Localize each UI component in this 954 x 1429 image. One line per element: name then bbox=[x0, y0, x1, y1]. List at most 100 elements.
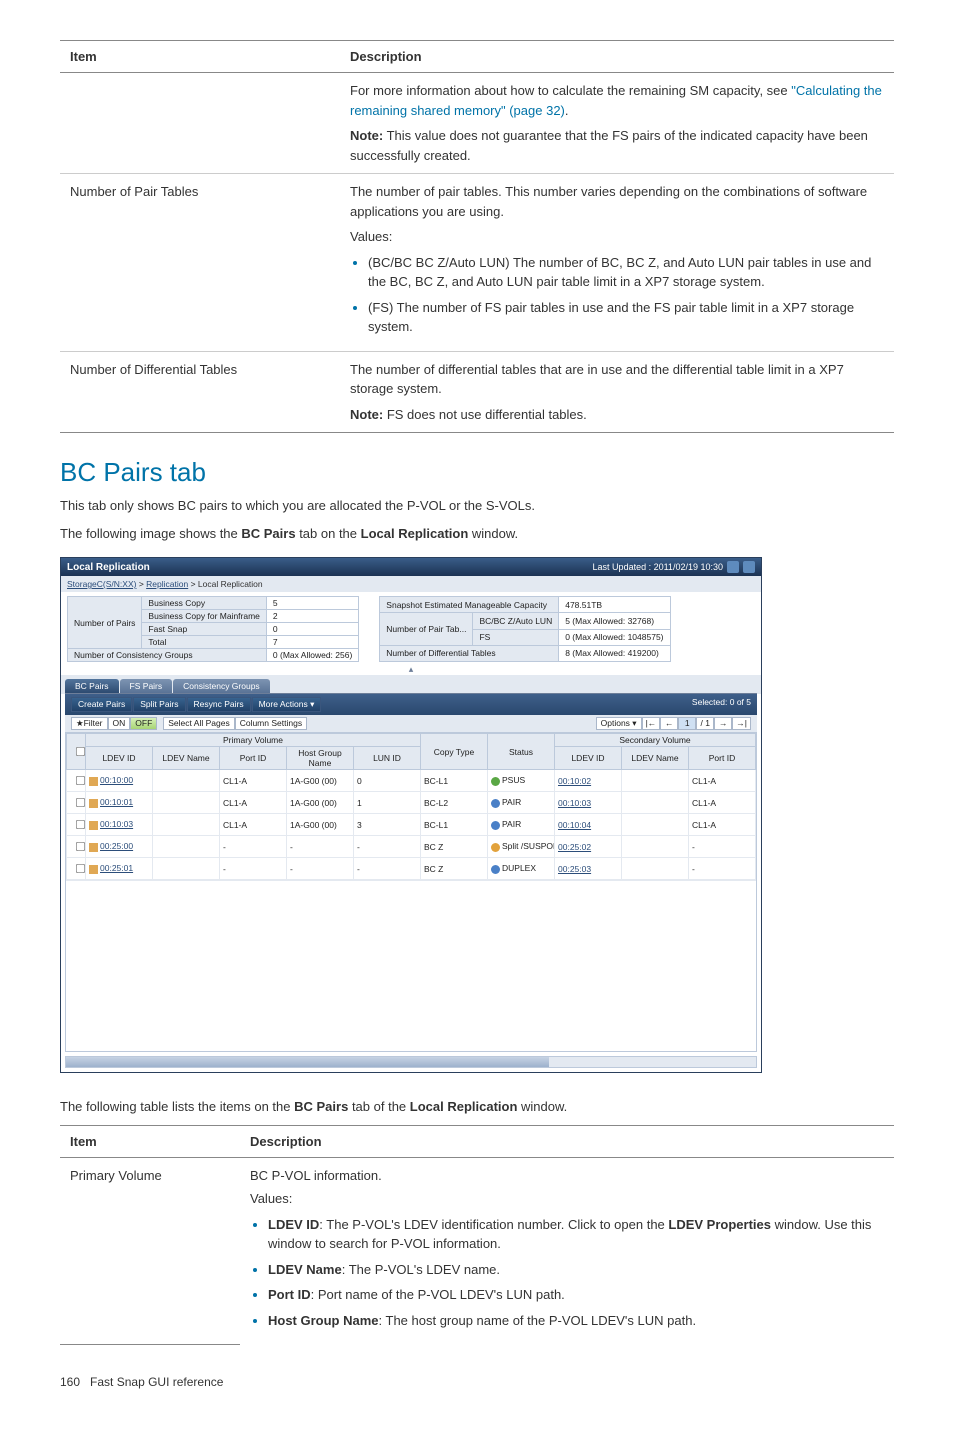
status-icon bbox=[491, 843, 500, 852]
create-pairs-button[interactable]: Create Pairs bbox=[71, 697, 132, 712]
row-checkbox[interactable] bbox=[76, 842, 85, 851]
local-replication-window: Local Replication Last Updated : 2011/02… bbox=[60, 557, 762, 1073]
note-label: Note: bbox=[350, 407, 383, 422]
row-remaining-sm: For more information about how to calcul… bbox=[60, 73, 894, 174]
page-total: / 1 bbox=[696, 717, 714, 730]
primary-ldev-link[interactable]: 00:10:01 bbox=[100, 797, 133, 807]
refresh-icon[interactable] bbox=[727, 561, 739, 573]
breadcrumb-local: Local Replication bbox=[198, 579, 263, 589]
pairs-grid: Primary Volume Copy Type Status Secondar… bbox=[66, 733, 756, 880]
footer-label: Fast Snap GUI reference bbox=[90, 1375, 223, 1389]
desc-pair-tables: The number of pair tables. This number v… bbox=[350, 182, 884, 221]
values-label: Values: bbox=[350, 227, 884, 247]
status-icon bbox=[491, 799, 500, 808]
breadcrumb: StorageC(S/N:XX) > Replication > Local R… bbox=[61, 576, 761, 592]
primary-ldev-link[interactable]: 00:25:00 bbox=[100, 841, 133, 851]
scrollbar[interactable] bbox=[65, 1056, 757, 1068]
note-label: Note: bbox=[350, 128, 383, 143]
section-title-bc-pairs: BC Pairs tab bbox=[60, 457, 894, 488]
lbl-number-pairs: Number of Pairs bbox=[68, 597, 142, 649]
table-row[interactable]: 00:10:01CL1-A1A-G00 (00)1BC-L2PAIR00:10:… bbox=[67, 792, 756, 814]
bullet-host-group: Host Group Name: The host group name of … bbox=[268, 1311, 884, 1331]
page-footer: 160 Fast Snap GUI reference bbox=[60, 1375, 894, 1389]
split-pairs-button[interactable]: Split Pairs bbox=[133, 697, 185, 712]
volume-icon bbox=[89, 865, 98, 874]
th-desc: Description bbox=[340, 41, 894, 73]
volume-icon bbox=[89, 843, 98, 852]
secondary-ldev-link[interactable]: 00:25:03 bbox=[558, 864, 591, 874]
item-diff-tables: Number of Differential Tables bbox=[60, 351, 340, 433]
column-settings[interactable]: Column Settings bbox=[235, 717, 307, 730]
bc-pairs-items-table: Item Description Primary Volume BC P-VOL… bbox=[60, 1125, 894, 1345]
row-pair-tables: Number of Pair Tables The number of pair… bbox=[60, 174, 894, 352]
intro-paragraph-2: The following image shows the BC Pairs t… bbox=[60, 524, 894, 544]
secondary-ldev-link[interactable]: 00:10:04 bbox=[558, 820, 591, 830]
bullet-fs: (FS) The number of FS pair tables in use… bbox=[368, 298, 884, 337]
volume-icon bbox=[89, 821, 98, 830]
bullet-ldev-name: LDEV Name: The P-VOL's LDEV name. bbox=[268, 1260, 884, 1280]
page-number: 160 bbox=[60, 1375, 80, 1389]
primary-ldev-link[interactable]: 00:25:01 bbox=[100, 863, 133, 873]
selected-count: Selected: 0 of 5 bbox=[692, 697, 751, 712]
page-first[interactable]: |← bbox=[642, 717, 661, 730]
after-image-paragraph: The following table lists the items on t… bbox=[60, 1097, 894, 1117]
filter-button[interactable]: ★Filter bbox=[71, 717, 108, 730]
filter-off[interactable]: OFF bbox=[130, 717, 157, 730]
help-icon[interactable] bbox=[743, 561, 755, 573]
more-actions-button[interactable]: More Actions ▾ bbox=[252, 697, 322, 712]
th-item: Item bbox=[60, 1125, 240, 1157]
tab-consistency-groups[interactable]: Consistency Groups bbox=[173, 679, 270, 693]
note-text: FS does not use differential tables. bbox=[383, 407, 587, 422]
tab-fs-pairs[interactable]: FS Pairs bbox=[120, 679, 173, 693]
row-checkbox[interactable] bbox=[76, 820, 85, 829]
bullet-ldev-id: LDEV ID: The P-VOL's LDEV identification… bbox=[268, 1215, 884, 1254]
summary-left-table: Number of Pairs Business Copy5 Business … bbox=[67, 596, 359, 662]
summary-right-table: Snapshot Estimated Manageable Capacity47… bbox=[379, 596, 670, 662]
secondary-ldev-link[interactable]: 00:10:02 bbox=[558, 776, 591, 786]
status-icon bbox=[491, 777, 500, 786]
tabs: BC Pairs FS Pairs Consistency Groups bbox=[65, 679, 757, 694]
volume-icon bbox=[89, 777, 98, 786]
table-row[interactable]: 00:25:01---BC ZDUPLEX00:25:03- bbox=[67, 858, 756, 880]
intro-paragraph-1: This tab only shows BC pairs to which yo… bbox=[60, 496, 894, 516]
titlebar: Local Replication Last Updated : 2011/02… bbox=[61, 558, 761, 576]
volume-icon bbox=[89, 799, 98, 808]
grid-empty-area bbox=[66, 880, 756, 1051]
row-primary-volume: Primary Volume BC P-VOL information. Val… bbox=[60, 1157, 894, 1344]
row-checkbox[interactable] bbox=[76, 864, 85, 873]
tab-bc-pairs[interactable]: BC Pairs bbox=[65, 679, 119, 693]
continuation-table: Item Description For more information ab… bbox=[60, 40, 894, 433]
page-prev[interactable]: ← bbox=[660, 717, 678, 730]
desc-pre: For more information about how to calcul… bbox=[350, 83, 791, 98]
item-pair-tables: Number of Pair Tables bbox=[60, 174, 340, 352]
filter-on[interactable]: ON bbox=[108, 717, 131, 730]
resync-pairs-button[interactable]: Resync Pairs bbox=[187, 697, 251, 712]
th-desc: Description bbox=[240, 1125, 894, 1157]
secondary-ldev-link[interactable]: 00:25:02 bbox=[558, 842, 591, 852]
primary-ldev-link[interactable]: 00:10:00 bbox=[100, 775, 133, 785]
page-number[interactable]: 1 bbox=[678, 717, 696, 730]
primary-ldev-link[interactable]: 00:10:03 bbox=[100, 819, 133, 829]
collapse-icon[interactable]: ▴ bbox=[61, 664, 761, 675]
row-checkbox[interactable] bbox=[76, 798, 85, 807]
breadcrumb-replication[interactable]: Replication bbox=[146, 579, 188, 589]
page-next[interactable]: → bbox=[714, 717, 732, 730]
status-icon bbox=[491, 821, 500, 830]
table-row[interactable]: 00:10:00CL1-A1A-G00 (00)0BC-L1PSUS00:10:… bbox=[67, 770, 756, 792]
table-row[interactable]: 00:10:03CL1-A1A-G00 (00)3BC-L1PAIR00:10:… bbox=[67, 814, 756, 836]
page-last[interactable]: →| bbox=[732, 717, 751, 730]
dot: . bbox=[565, 103, 569, 118]
th-item: Item bbox=[60, 41, 340, 73]
table-row[interactable]: 00:25:00---BC ZSplit /SUSPOP00:25:02- bbox=[67, 836, 756, 858]
last-updated: Last Updated : 2011/02/19 10:30 bbox=[593, 562, 723, 572]
breadcrumb-storage[interactable]: StorageC(S/N:XX) bbox=[67, 579, 136, 589]
select-all-pages[interactable]: Select All Pages bbox=[163, 717, 234, 730]
row-checkbox[interactable] bbox=[76, 776, 85, 785]
note-text: This value does not guarantee that the F… bbox=[350, 128, 868, 163]
bullet-port-id: Port ID: Port name of the P-VOL LDEV's L… bbox=[268, 1285, 884, 1305]
options-button[interactable]: Options ▾ bbox=[596, 717, 642, 730]
secondary-ldev-link[interactable]: 00:10:03 bbox=[558, 798, 591, 808]
item-primary-volume: Primary Volume bbox=[60, 1157, 240, 1344]
select-all-checkbox[interactable] bbox=[76, 747, 85, 756]
desc-diff-tables: The number of differential tables that a… bbox=[350, 360, 884, 399]
